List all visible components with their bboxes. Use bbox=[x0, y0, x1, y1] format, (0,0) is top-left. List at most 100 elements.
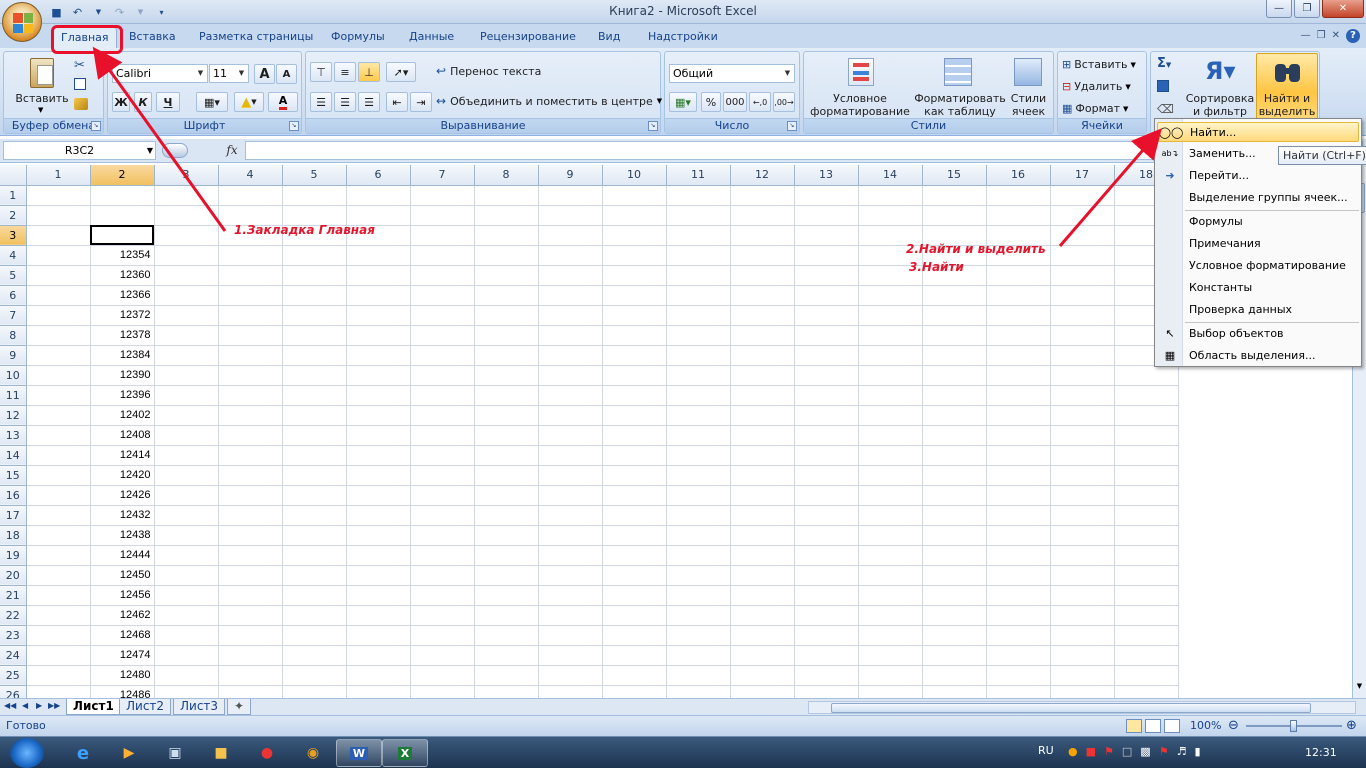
shrink-font-button[interactable]: A bbox=[276, 64, 297, 84]
sheet-tab-2[interactable]: Лист2 bbox=[119, 699, 172, 715]
row-header[interactable]: 13 bbox=[0, 425, 27, 446]
cell[interactable] bbox=[538, 305, 603, 326]
cell[interactable] bbox=[154, 485, 219, 506]
row-header[interactable]: 18 bbox=[0, 525, 27, 546]
align-middle-button[interactable]: ≡ bbox=[334, 62, 356, 82]
font-name-combo[interactable]: Calibri ▼ bbox=[112, 64, 208, 83]
menu-item-constants[interactable]: Константы bbox=[1157, 278, 1359, 298]
cell[interactable] bbox=[602, 525, 667, 546]
cell[interactable] bbox=[858, 625, 923, 646]
font-size-dropdown-icon[interactable]: ▼ bbox=[235, 65, 248, 82]
cell[interactable] bbox=[538, 445, 603, 466]
cell[interactable] bbox=[154, 625, 219, 646]
menu-item-selection-pane[interactable]: ▦ Область выделения... bbox=[1157, 346, 1359, 366]
cell[interactable] bbox=[282, 305, 347, 326]
cell[interactable] bbox=[154, 585, 219, 606]
cell[interactable]: 12474 bbox=[90, 645, 155, 666]
cell[interactable] bbox=[410, 185, 475, 206]
cell[interactable] bbox=[986, 565, 1051, 586]
cell[interactable] bbox=[858, 305, 923, 326]
cell[interactable] bbox=[474, 425, 539, 446]
close-button[interactable]: ✕ bbox=[1322, 0, 1364, 18]
cell[interactable] bbox=[986, 365, 1051, 386]
cell[interactable] bbox=[282, 565, 347, 586]
alignment-launcher-icon[interactable]: ↘ bbox=[648, 121, 658, 131]
cell[interactable] bbox=[730, 325, 795, 346]
cell[interactable] bbox=[474, 205, 539, 226]
tray-volume-icon[interactable]: ♬ bbox=[1177, 745, 1187, 758]
cell[interactable] bbox=[154, 345, 219, 366]
cell[interactable]: 12360 bbox=[90, 265, 155, 286]
horizontal-scroll-thumb[interactable] bbox=[831, 703, 1311, 713]
cell[interactable] bbox=[602, 345, 667, 366]
name-box[interactable]: R3C2 ▼ bbox=[3, 141, 156, 160]
first-sheet-icon[interactable]: ◀◀ bbox=[4, 701, 16, 710]
tab-formulas[interactable]: Формулы bbox=[324, 27, 392, 48]
decrease-indent-button[interactable]: ⇤ bbox=[386, 92, 408, 112]
row-header[interactable]: 6 bbox=[0, 285, 27, 306]
cell[interactable] bbox=[666, 445, 731, 466]
cell[interactable] bbox=[858, 445, 923, 466]
cell[interactable] bbox=[282, 445, 347, 466]
cell[interactable] bbox=[666, 285, 731, 306]
name-box-dropdown-icon[interactable]: ▼ bbox=[147, 142, 153, 159]
cell[interactable] bbox=[922, 185, 987, 206]
cell[interactable] bbox=[602, 325, 667, 346]
cell[interactable] bbox=[346, 485, 411, 506]
column-header[interactable]: 17 bbox=[1050, 165, 1115, 186]
cell[interactable] bbox=[794, 405, 859, 426]
column-header[interactable]: 14 bbox=[858, 165, 923, 186]
cell[interactable] bbox=[922, 365, 987, 386]
cell[interactable] bbox=[282, 185, 347, 206]
cell[interactable] bbox=[794, 605, 859, 626]
office-button[interactable] bbox=[2, 2, 42, 42]
cell[interactable] bbox=[602, 405, 667, 426]
row-header[interactable]: 5 bbox=[0, 265, 27, 286]
cell[interactable] bbox=[538, 365, 603, 386]
formula-bar-toggle-icon[interactable] bbox=[162, 143, 188, 158]
cell[interactable] bbox=[858, 485, 923, 506]
taskbar-excel-icon[interactable]: X bbox=[382, 739, 428, 767]
cell[interactable] bbox=[858, 205, 923, 226]
cell[interactable] bbox=[538, 325, 603, 346]
cell[interactable] bbox=[794, 245, 859, 266]
cell[interactable] bbox=[602, 485, 667, 506]
cell[interactable] bbox=[986, 205, 1051, 226]
cell[interactable] bbox=[986, 585, 1051, 606]
cell[interactable] bbox=[218, 545, 283, 566]
row-header[interactable]: 8 bbox=[0, 325, 27, 346]
column-header[interactable]: 11 bbox=[666, 165, 731, 186]
find-select-button[interactable]: Найти и выделить bbox=[1256, 53, 1318, 119]
delete-cells-dropdown-icon[interactable]: ▼ bbox=[1125, 83, 1130, 91]
cell[interactable] bbox=[26, 305, 91, 326]
cell[interactable] bbox=[26, 685, 91, 698]
cell[interactable] bbox=[154, 405, 219, 426]
cell[interactable] bbox=[26, 205, 91, 226]
workbook-minimize-icon[interactable]: — bbox=[1301, 30, 1311, 41]
cell[interactable] bbox=[346, 305, 411, 326]
cell[interactable] bbox=[1050, 365, 1115, 386]
cell[interactable] bbox=[730, 585, 795, 606]
cell[interactable] bbox=[794, 585, 859, 606]
cell[interactable] bbox=[474, 385, 539, 406]
cell[interactable] bbox=[218, 425, 283, 446]
cell[interactable] bbox=[922, 445, 987, 466]
cell[interactable] bbox=[282, 605, 347, 626]
cell[interactable] bbox=[474, 325, 539, 346]
row-header[interactable]: 24 bbox=[0, 645, 27, 666]
column-header[interactable]: 1 bbox=[26, 165, 91, 186]
row-header[interactable]: 4 bbox=[0, 245, 27, 266]
cell[interactable] bbox=[986, 425, 1051, 446]
column-header[interactable]: 16 bbox=[986, 165, 1051, 186]
cell[interactable] bbox=[1050, 505, 1115, 526]
cell[interactable] bbox=[346, 385, 411, 406]
prev-sheet-icon[interactable]: ◀ bbox=[22, 701, 28, 710]
zoom-level[interactable]: 100% bbox=[1190, 719, 1221, 732]
workbook-restore-icon[interactable]: ❐ bbox=[1317, 30, 1326, 41]
cell[interactable] bbox=[922, 285, 987, 306]
cell[interactable] bbox=[474, 565, 539, 586]
cell[interactable] bbox=[858, 605, 923, 626]
cell[interactable] bbox=[730, 485, 795, 506]
cell[interactable] bbox=[218, 185, 283, 206]
cell[interactable] bbox=[794, 485, 859, 506]
